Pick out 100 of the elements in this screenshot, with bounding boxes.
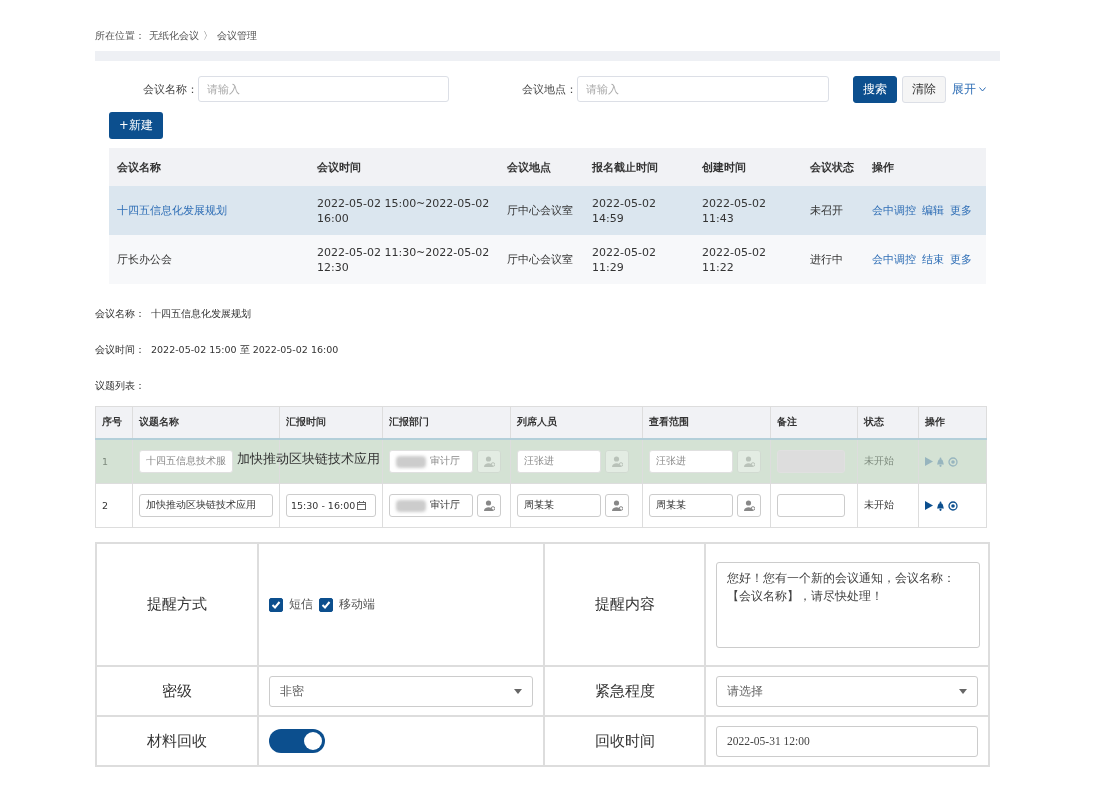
action-link[interactable]: 编辑 bbox=[922, 203, 944, 218]
action-link[interactable]: 更多 bbox=[950, 252, 972, 267]
checkbox-label: 移动端 bbox=[339, 597, 375, 612]
action-link[interactable]: 会中调控 bbox=[872, 252, 916, 267]
table-cell: 2022-05-02 11:30~2022-05-02 12:30 bbox=[309, 235, 499, 284]
search-field[interactable]: 请输入 bbox=[577, 76, 829, 102]
select-field[interactable]: 请选择 bbox=[716, 675, 978, 707]
scope-field[interactable]: 汪张进 bbox=[649, 450, 733, 473]
person-icon bbox=[611, 500, 623, 511]
action-link[interactable]: 会中调控 bbox=[872, 203, 916, 218]
breadcrumb-separator: 〉 bbox=[203, 29, 213, 43]
checkbox[interactable] bbox=[319, 597, 333, 612]
expand-link[interactable]: 展开 bbox=[952, 81, 986, 97]
column-header: 查看范围 bbox=[642, 406, 771, 439]
caret-icon bbox=[959, 688, 967, 694]
column-header: 操作 bbox=[864, 148, 986, 186]
topic-name-field[interactable]: 加快推动区块链技术应用 bbox=[139, 494, 273, 517]
department-field[interactable]: 审计厅 bbox=[389, 450, 473, 473]
target-icon[interactable] bbox=[948, 500, 958, 511]
table-cell: 2022-05-02 11:22 bbox=[694, 235, 802, 284]
meeting-name[interactable]: 厅长办公会 bbox=[109, 235, 309, 284]
column-header: 汇报时间 bbox=[279, 406, 383, 439]
form-label: 回收时间 bbox=[594, 732, 655, 749]
new-button[interactable]: +新建 bbox=[109, 112, 163, 139]
column-header: 议题名称 bbox=[132, 406, 280, 439]
table-cell: 2022-05-02 14:59 bbox=[584, 186, 694, 235]
info-value: 2022-05-02 15:00 至 2022-05-02 16:00 bbox=[151, 343, 339, 357]
person-icon bbox=[611, 456, 623, 467]
column-header: 汇报部门 bbox=[382, 406, 511, 439]
table-cell: 未召开 bbox=[802, 186, 864, 235]
topic-row[interactable]: 2 加快推动区块链技术应用 15:30 - 16:00 审计厅 周某某 周某某 未开始 bbox=[95, 483, 987, 528]
form-label: 提醒方式 bbox=[147, 596, 207, 612]
info-label: 会议时间： bbox=[95, 343, 145, 357]
status-text: 未开始 bbox=[864, 455, 894, 466]
column-header: 序号 bbox=[95, 406, 133, 439]
column-header: 备注 bbox=[770, 406, 858, 439]
column-header: 状态 bbox=[857, 406, 919, 439]
field-label: 会议地点： bbox=[521, 81, 578, 97]
column-header: 列席人员 bbox=[510, 406, 643, 439]
attendee-field[interactable]: 周某某 bbox=[517, 494, 601, 517]
table-cell: 2022-05-02 11:29 bbox=[584, 235, 694, 284]
form-label: 材料回收 bbox=[147, 732, 207, 749]
search-button[interactable]: 搜索 bbox=[853, 75, 897, 103]
table-cell: 2022-05-02 11:43 bbox=[694, 186, 802, 235]
select-field[interactable]: 非密 bbox=[269, 675, 533, 707]
table-cell: 厅中心会议室 bbox=[499, 235, 584, 284]
action-link[interactable]: 结束 bbox=[922, 252, 944, 267]
scope-field[interactable]: 周某某 bbox=[649, 494, 733, 517]
remark-field[interactable] bbox=[777, 494, 845, 517]
toggle-switch[interactable] bbox=[269, 729, 325, 753]
clear-button[interactable]: 清除 bbox=[902, 75, 946, 103]
row-number: 1 bbox=[102, 456, 109, 467]
attendee-field[interactable]: 汪张进 bbox=[517, 450, 601, 473]
calendar-icon bbox=[357, 501, 367, 510]
person-icon bbox=[743, 456, 755, 467]
checkbox-label: 短信 bbox=[289, 597, 313, 612]
column-header: 会议状态 bbox=[802, 148, 864, 186]
play-icon[interactable] bbox=[925, 501, 933, 510]
column-header: 报名截止时间 bbox=[584, 148, 694, 186]
form-label: 密级 bbox=[162, 682, 192, 699]
meeting-row[interactable]: 十四五信息化发展规划 2022-05-02 15:00~2022-05-02 16:00 厅中心会议室 2022-05-02 14:59 2022-05-02 11:43 未召开 会中调控 编辑 更多 bbox=[109, 186, 986, 235]
column-header: 会议时间 bbox=[309, 148, 499, 186]
caret-icon bbox=[514, 688, 522, 694]
field-label: 会议名称： bbox=[141, 81, 198, 97]
datetime-field[interactable]: 2022-05-31 12:00 bbox=[716, 725, 978, 757]
person-picker[interactable] bbox=[605, 494, 629, 517]
time-field[interactable]: 15:30 - 16:00 bbox=[286, 494, 376, 517]
person-icon bbox=[483, 500, 495, 511]
breadcrumb-label: 所在位置： bbox=[95, 29, 145, 43]
meeting-name[interactable]: 十四五信息化发展规划 bbox=[109, 186, 309, 235]
table-cell: 2022-05-02 15:00~2022-05-02 16:00 bbox=[309, 186, 499, 235]
person-picker[interactable] bbox=[477, 494, 501, 517]
meeting-row[interactable]: 厅长办公会 2022-05-02 11:30~2022-05-02 12:30 厅中心会议室 2022-05-02 11:29 2022-05-02 11:22 进行中 会中调控 结束 更多 bbox=[109, 235, 986, 284]
row-number: 2 bbox=[102, 500, 109, 511]
person-icon bbox=[743, 500, 755, 511]
breadcrumb-item[interactable]: 会议管理 bbox=[217, 29, 257, 43]
search-field[interactable]: 请输入 bbox=[197, 76, 450, 102]
list-label: 议题列表： bbox=[95, 379, 145, 393]
column-header: 会议地点 bbox=[499, 148, 584, 186]
column-header: 创建时间 bbox=[694, 148, 802, 186]
person-picker[interactable] bbox=[737, 494, 761, 517]
department-field[interactable]: 审计厅 bbox=[389, 494, 473, 517]
column-header: 操作 bbox=[918, 406, 987, 439]
bell-icon[interactable] bbox=[936, 500, 945, 511]
table-cell: 进行中 bbox=[802, 235, 864, 284]
dragged-topic-title: 加快推动区块链技术应用 bbox=[237, 450, 380, 468]
table-cell: 厅中心会议室 bbox=[499, 186, 584, 235]
info-label: 会议名称： bbox=[95, 307, 145, 321]
topic-row[interactable]: 1 十四五信息技术服 加快推动区块链技术应用 审计厅 汪张进 汪张进 未开始 bbox=[95, 439, 987, 484]
form-label: 提醒内容 bbox=[594, 596, 655, 612]
person-icon bbox=[483, 456, 495, 467]
form-label: 紧急程度 bbox=[594, 682, 655, 699]
column-header: 会议名称 bbox=[109, 148, 309, 186]
action-link[interactable]: 更多 bbox=[950, 203, 972, 218]
checkbox[interactable] bbox=[269, 597, 283, 612]
status-text: 未开始 bbox=[864, 499, 894, 510]
topic-name-field[interactable]: 十四五信息技术服 bbox=[139, 450, 233, 473]
breadcrumb-item[interactable]: 无纸化会议 bbox=[149, 29, 199, 43]
info-value: 十四五信息化发展规划 bbox=[151, 307, 251, 321]
message-textarea[interactable]: 您好！您有一个新的会议通知，会议名称：【会议名称】，请尽快处理！ bbox=[716, 561, 980, 648]
